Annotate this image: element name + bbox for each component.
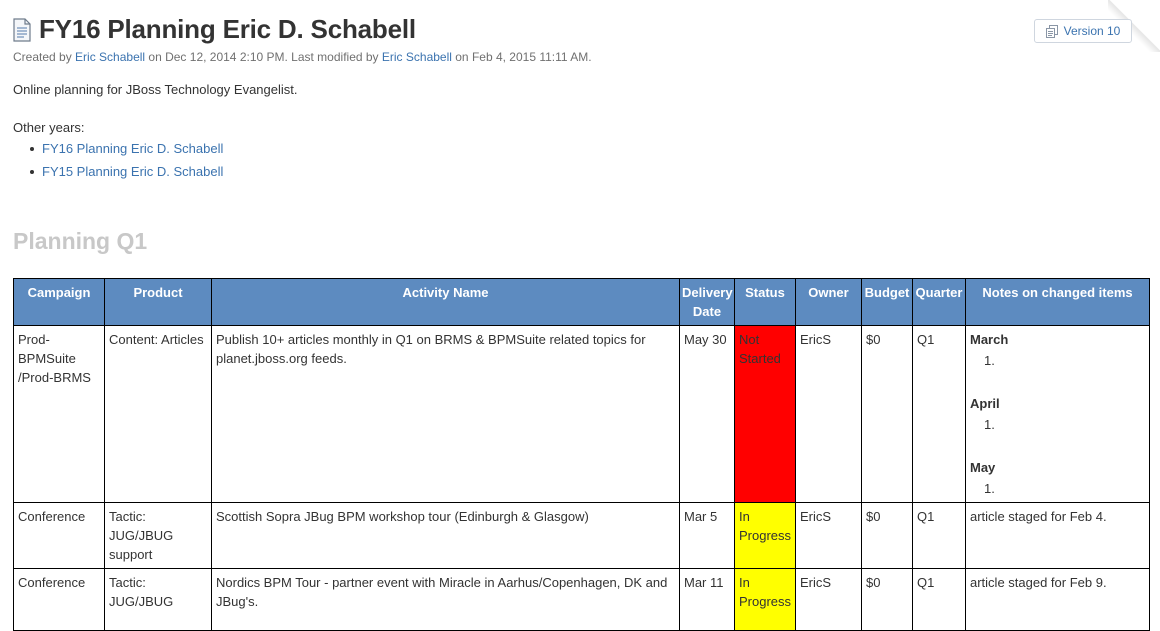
notes-list: 1.: [970, 351, 1145, 370]
version-history-icon: [1045, 24, 1058, 38]
header-campaign: Campaign: [13, 278, 105, 326]
cell-product: Content: Articles: [104, 325, 212, 503]
table-row: Prod-BPMSuite /Prod-BRMS Content: Articl…: [13, 325, 1150, 503]
notes-april: April 1.: [970, 394, 1145, 458]
header-quarter: Quarter: [912, 278, 966, 326]
header-owner: Owner: [795, 278, 862, 326]
header-notes: Notes on changed items: [965, 278, 1150, 326]
cell-activity: Scottish Sopra JBug BPM workshop tour (E…: [211, 502, 680, 569]
header-delivery-date: Delivery Date: [679, 278, 735, 326]
modifier-link[interactable]: Eric Schabell: [382, 50, 452, 64]
cell-delivery-date: May 30: [679, 325, 735, 503]
cell-status-in-progress: In Progress: [734, 502, 796, 569]
cell-budget: $0: [861, 502, 913, 569]
table-row: Conference Tactic: JUG/JBUG support Scot…: [13, 502, 1150, 569]
notes-list: 1.: [970, 415, 1145, 434]
header-budget: Budget: [861, 278, 913, 326]
cell-status-not-started: Not Started: [734, 325, 796, 503]
cell-notes: article staged for Feb 4.: [965, 502, 1150, 569]
meta-created-prefix: Created by: [13, 50, 76, 64]
fy16-planning-link[interactable]: FY16 Planning Eric D. Schabell: [42, 141, 223, 156]
planning-table: Campaign Product Activity Name Delivery …: [13, 278, 1150, 631]
list-item: FY15 Planning Eric D. Schabell: [28, 164, 223, 187]
notes-month-heading: April: [970, 396, 1000, 411]
other-years-list: FY16 Planning Eric D. Schabell FY15 Plan…: [28, 141, 223, 187]
notes-list-item: 1.: [984, 353, 995, 368]
header-product: Product: [104, 278, 212, 326]
page-metadata: Created by Eric Schabell on Dec 12, 2014…: [13, 50, 592, 64]
header-activity-name: Activity Name: [211, 278, 680, 326]
cell-campaign: Prod-BPMSuite /Prod-BRMS: [13, 325, 105, 503]
cell-product: Tactic: JUG/JBUG support: [104, 502, 212, 569]
notes-list-item: 1.: [984, 481, 995, 496]
header-status: Status: [734, 278, 796, 326]
section-heading: Planning Q1: [13, 228, 148, 254]
cell-campaign: Conference: [13, 502, 105, 569]
notes-may: May 1.: [970, 458, 1145, 498]
cell-quarter: Q1: [912, 325, 966, 503]
meta-modified-on: on Feb 4, 2015 11:11 AM.: [451, 50, 592, 64]
version-label: Version 10: [1063, 24, 1121, 38]
cell-notes: March 1. April 1. May 1.: [965, 325, 1150, 503]
cell-budget: $0: [861, 325, 913, 503]
notes-list: 1.: [970, 479, 1145, 498]
notes-month-heading: May: [970, 460, 996, 475]
notes-march: March 1.: [970, 330, 1145, 394]
notes-list-item: 1.: [984, 417, 995, 432]
page-title: FY16 Planning Eric D. Schabell: [39, 14, 416, 44]
page-header: FY16 Planning Eric D. Schabell: [13, 14, 416, 45]
cell-quarter: Q1: [912, 502, 966, 569]
creator-link[interactable]: Eric Schabell: [75, 50, 145, 64]
notes-month-heading: March: [970, 332, 1009, 347]
other-years-label: Other years:: [13, 120, 85, 135]
intro-text: Online planning for JBoss Technology Eva…: [13, 82, 298, 97]
list-item: FY16 Planning Eric D. Schabell: [28, 141, 223, 164]
cell-delivery-date: Mar 5: [679, 502, 735, 569]
cell-activity: Publish 10+ articles monthly in Q1 on BR…: [211, 325, 680, 503]
cell-owner: EricS: [795, 325, 862, 503]
page-icon: [13, 17, 31, 42]
meta-created-on: on Dec 12, 2014 2:10 PM. Last modified b…: [145, 50, 382, 64]
version-button[interactable]: Version 10: [1034, 19, 1132, 43]
fy15-planning-link[interactable]: FY15 Planning Eric D. Schabell: [42, 164, 223, 179]
cell-owner: EricS: [795, 502, 862, 569]
table-header-row: Campaign Product Activity Name Delivery …: [13, 278, 1150, 326]
